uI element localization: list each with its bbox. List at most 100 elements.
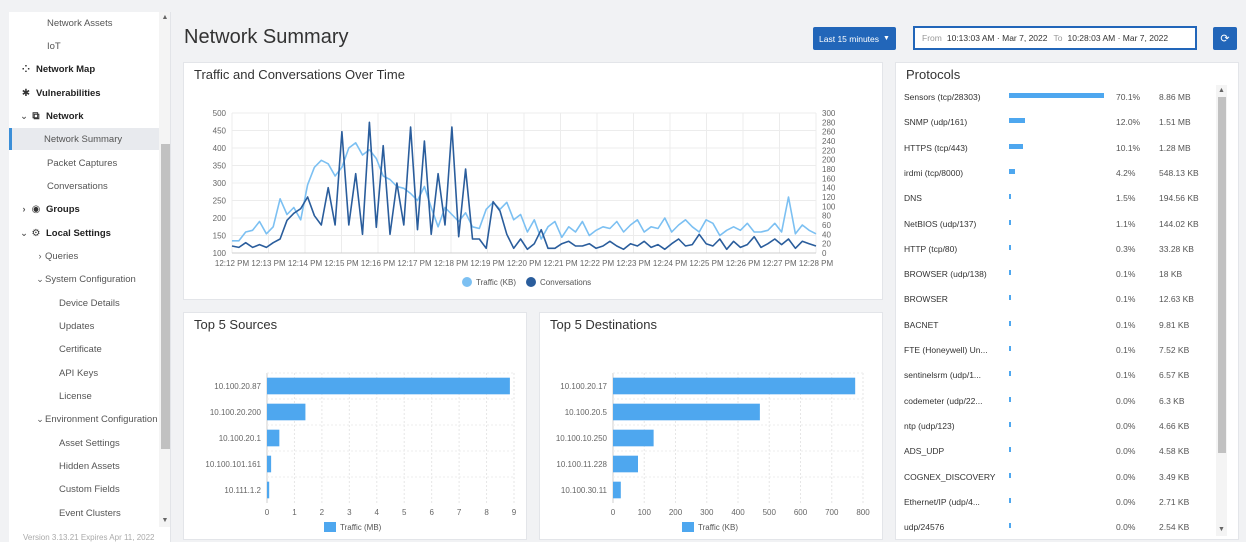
bar[interactable]: [267, 377, 510, 395]
bar[interactable]: [267, 455, 272, 473]
protocol-size: 4.58 KB: [1159, 446, 1190, 457]
refresh-button[interactable]: ⟳: [1213, 27, 1237, 50]
bar[interactable]: [613, 377, 856, 395]
right-tick-label: 300: [822, 109, 836, 118]
sidebar-item-environment-configuration[interactable]: ⌄ Environment Configuration: [9, 408, 159, 430]
sidebar-item-network-summary[interactable]: Network Summary: [9, 128, 159, 150]
protocol-row[interactable]: NetBIOS (udp/137) 1.1% 144.02 KB: [896, 212, 1216, 237]
scroll-up-arrow-icon[interactable]: ▲: [159, 12, 170, 24]
sidebar-item-custom-fields[interactable]: Custom Fields: [9, 478, 159, 500]
x-tick-label: 3: [347, 508, 352, 517]
sidebar-item-updates[interactable]: Updates: [9, 315, 159, 337]
sidebar-item-network-map[interactable]: ⁘ Network Map: [9, 58, 159, 80]
sidebar-item-device-details[interactable]: Device Details: [9, 292, 159, 314]
sidebar-item-network[interactable]: ⌄ ⧉ Network: [9, 105, 159, 127]
destinations-legend[interactable]: Traffic (KB): [682, 522, 738, 532]
bar[interactable]: [267, 429, 280, 447]
bar[interactable]: [267, 403, 306, 421]
protocol-row[interactable]: Ethernet/IP (udp/4... 0.0% 2.71 KB: [896, 490, 1216, 515]
protocol-bar: [1009, 472, 1011, 478]
protocol-name: SNMP (udp/161): [904, 117, 968, 128]
sources-legend-label: Traffic (MB): [340, 522, 382, 532]
scroll-up-arrow-icon[interactable]: ▲: [1216, 85, 1227, 97]
sidebar-scroll-thumb[interactable]: [161, 144, 170, 449]
bar[interactable]: [267, 481, 270, 499]
right-tick-label: 280: [822, 118, 836, 127]
protocol-row[interactable]: Sensors (tcp/28303) 70.1% 8.86 MB: [896, 85, 1216, 110]
left-tick-label: 500: [213, 109, 227, 118]
sidebar-item-vulnerabilities[interactable]: ✱ Vulnerabilities: [9, 82, 159, 104]
protocol-bar: [1009, 497, 1011, 503]
sidebar-item-event-clusters[interactable]: Event Clusters: [9, 502, 159, 524]
x-tick-label: 12:28 PM: [799, 259, 834, 268]
x-tick-label: 500: [763, 508, 777, 517]
protocol-row[interactable]: DNS 1.5% 194.56 KB: [896, 186, 1216, 211]
category-label: 10.100.101.161: [205, 460, 261, 469]
conversations-legend-label: Conversations: [540, 277, 592, 287]
protocol-row[interactable]: udp/24576 0.0% 2.54 KB: [896, 515, 1216, 540]
sidebar-item-packet-captures[interactable]: Packet Captures: [9, 152, 159, 174]
x-tick-label: 12:14 PM: [288, 259, 323, 268]
protocol-row[interactable]: FTE (Honeywell) Un... 0.1% 7.52 KB: [896, 338, 1216, 363]
left-tick-label: 300: [213, 179, 227, 188]
sources-card: Top 5 Sources 0 1 2 3 4 5 6 7 8 9 10.100.20.87 10.1…: [183, 312, 527, 540]
x-tick-label: 12:25 PM: [689, 259, 724, 268]
sources-legend[interactable]: Traffic (MB): [324, 522, 381, 532]
bar[interactable]: [613, 455, 638, 473]
category-label: 10.100.11.228: [556, 460, 607, 469]
time-range-dropdown[interactable]: Last 15 minutes ▼: [813, 27, 896, 50]
sidebar-item-queries[interactable]: › Queries: [9, 245, 159, 267]
sidebar-item-iot[interactable]: IoT: [9, 35, 159, 57]
scroll-down-arrow-icon[interactable]: ▼: [1216, 524, 1227, 536]
right-tick-label: 0: [822, 249, 827, 258]
sidebar-item-api-keys[interactable]: API Keys: [9, 362, 159, 384]
protocols-scroll-thumb[interactable]: [1218, 97, 1226, 453]
protocol-row[interactable]: BACNET 0.1% 9.81 KB: [896, 313, 1216, 338]
protocol-row[interactable]: COGNEX_DISCOVERY 0.0% 3.49 KB: [896, 465, 1216, 490]
protocol-size: 144.02 KB: [1159, 218, 1199, 229]
sidebar-item-license[interactable]: License: [9, 385, 159, 407]
protocol-bar: [1009, 244, 1011, 250]
sidebar-item-conversations[interactable]: Conversations: [9, 175, 159, 197]
sidebar-item-network-assets[interactable]: Network Assets: [9, 12, 159, 34]
right-tick-label: 240: [822, 137, 836, 146]
bar[interactable]: [613, 403, 760, 421]
scroll-down-arrow-icon[interactable]: ▼: [159, 515, 170, 527]
protocol-row[interactable]: BROWSER (udp/138) 0.1% 18 KB: [896, 262, 1216, 287]
date-to-label: To: [1053, 33, 1063, 43]
sidebar-item-local-settings[interactable]: ⌄ ⚙ Local Settings: [9, 222, 159, 244]
protocol-row[interactable]: irdmi (tcp/8000) 4.2% 548.13 KB: [896, 161, 1216, 186]
protocol-size: 2.54 KB: [1159, 522, 1190, 533]
protocol-percent: 0.0%: [1116, 395, 1136, 406]
protocol-row[interactable]: sentinelsrm (udp/1... 0.1% 6.57 KB: [896, 363, 1216, 388]
sources-bar-chart: 0 1 2 3 4 5 6 7 8 9 10.100.20.87 10.100.20.200 10.10…: [205, 372, 517, 517]
protocol-size: 18 KB: [1159, 269, 1183, 280]
protocol-row[interactable]: codemeter (udp/22... 0.0% 6.3 KB: [896, 389, 1216, 414]
sidebar-item-groups[interactable]: › ◉ Groups: [9, 198, 159, 220]
x-tick-label: 0: [611, 508, 616, 517]
sidebar-item-system-configuration[interactable]: ⌄ System Configuration: [9, 268, 159, 290]
protocol-percent: 0.1%: [1116, 294, 1136, 305]
category-label: 10.100.20.200: [210, 408, 262, 417]
protocol-row[interactable]: ntp (udp/123) 0.0% 4.66 KB: [896, 414, 1216, 439]
x-tick-label: 2: [320, 508, 325, 517]
protocol-row[interactable]: BROWSER 0.1% 12.63 KB: [896, 287, 1216, 312]
sidebar-item-label: Packet Captures: [47, 157, 118, 169]
sidebar-item-hidden-assets[interactable]: Hidden Assets: [9, 455, 159, 477]
sidebar-item-certificate[interactable]: Certificate: [9, 338, 159, 360]
x-tick-label: 6: [429, 508, 434, 517]
protocol-row[interactable]: SNMP (udp/161) 12.0% 1.51 MB: [896, 110, 1216, 135]
protocols-scrollbar[interactable]: ▲ ▼: [1216, 85, 1227, 536]
protocol-row[interactable]: HTTPS (tcp/443) 10.1% 1.28 MB: [896, 136, 1216, 161]
sidebar-scrollbar[interactable]: ▲ ▼: [159, 12, 170, 527]
bar[interactable]: [613, 481, 621, 499]
sidebar-item-asset-settings[interactable]: Asset Settings: [9, 432, 159, 454]
x-tick-label: 300: [700, 508, 714, 517]
x-tick-label: 0: [265, 508, 270, 517]
date-range-field[interactable]: From 10:13:03 AM · Mar 7, 2022 To 10:28:…: [913, 26, 1197, 50]
bar[interactable]: [613, 429, 654, 447]
protocol-row[interactable]: HTTP (tcp/80) 0.3% 33.28 KB: [896, 237, 1216, 262]
traffic-legend[interactable]: Traffic (KB) Conversations: [462, 277, 591, 287]
protocol-row[interactable]: ADS_UDP 0.0% 4.58 KB: [896, 439, 1216, 464]
protocol-percent: 4.2%: [1116, 167, 1136, 178]
